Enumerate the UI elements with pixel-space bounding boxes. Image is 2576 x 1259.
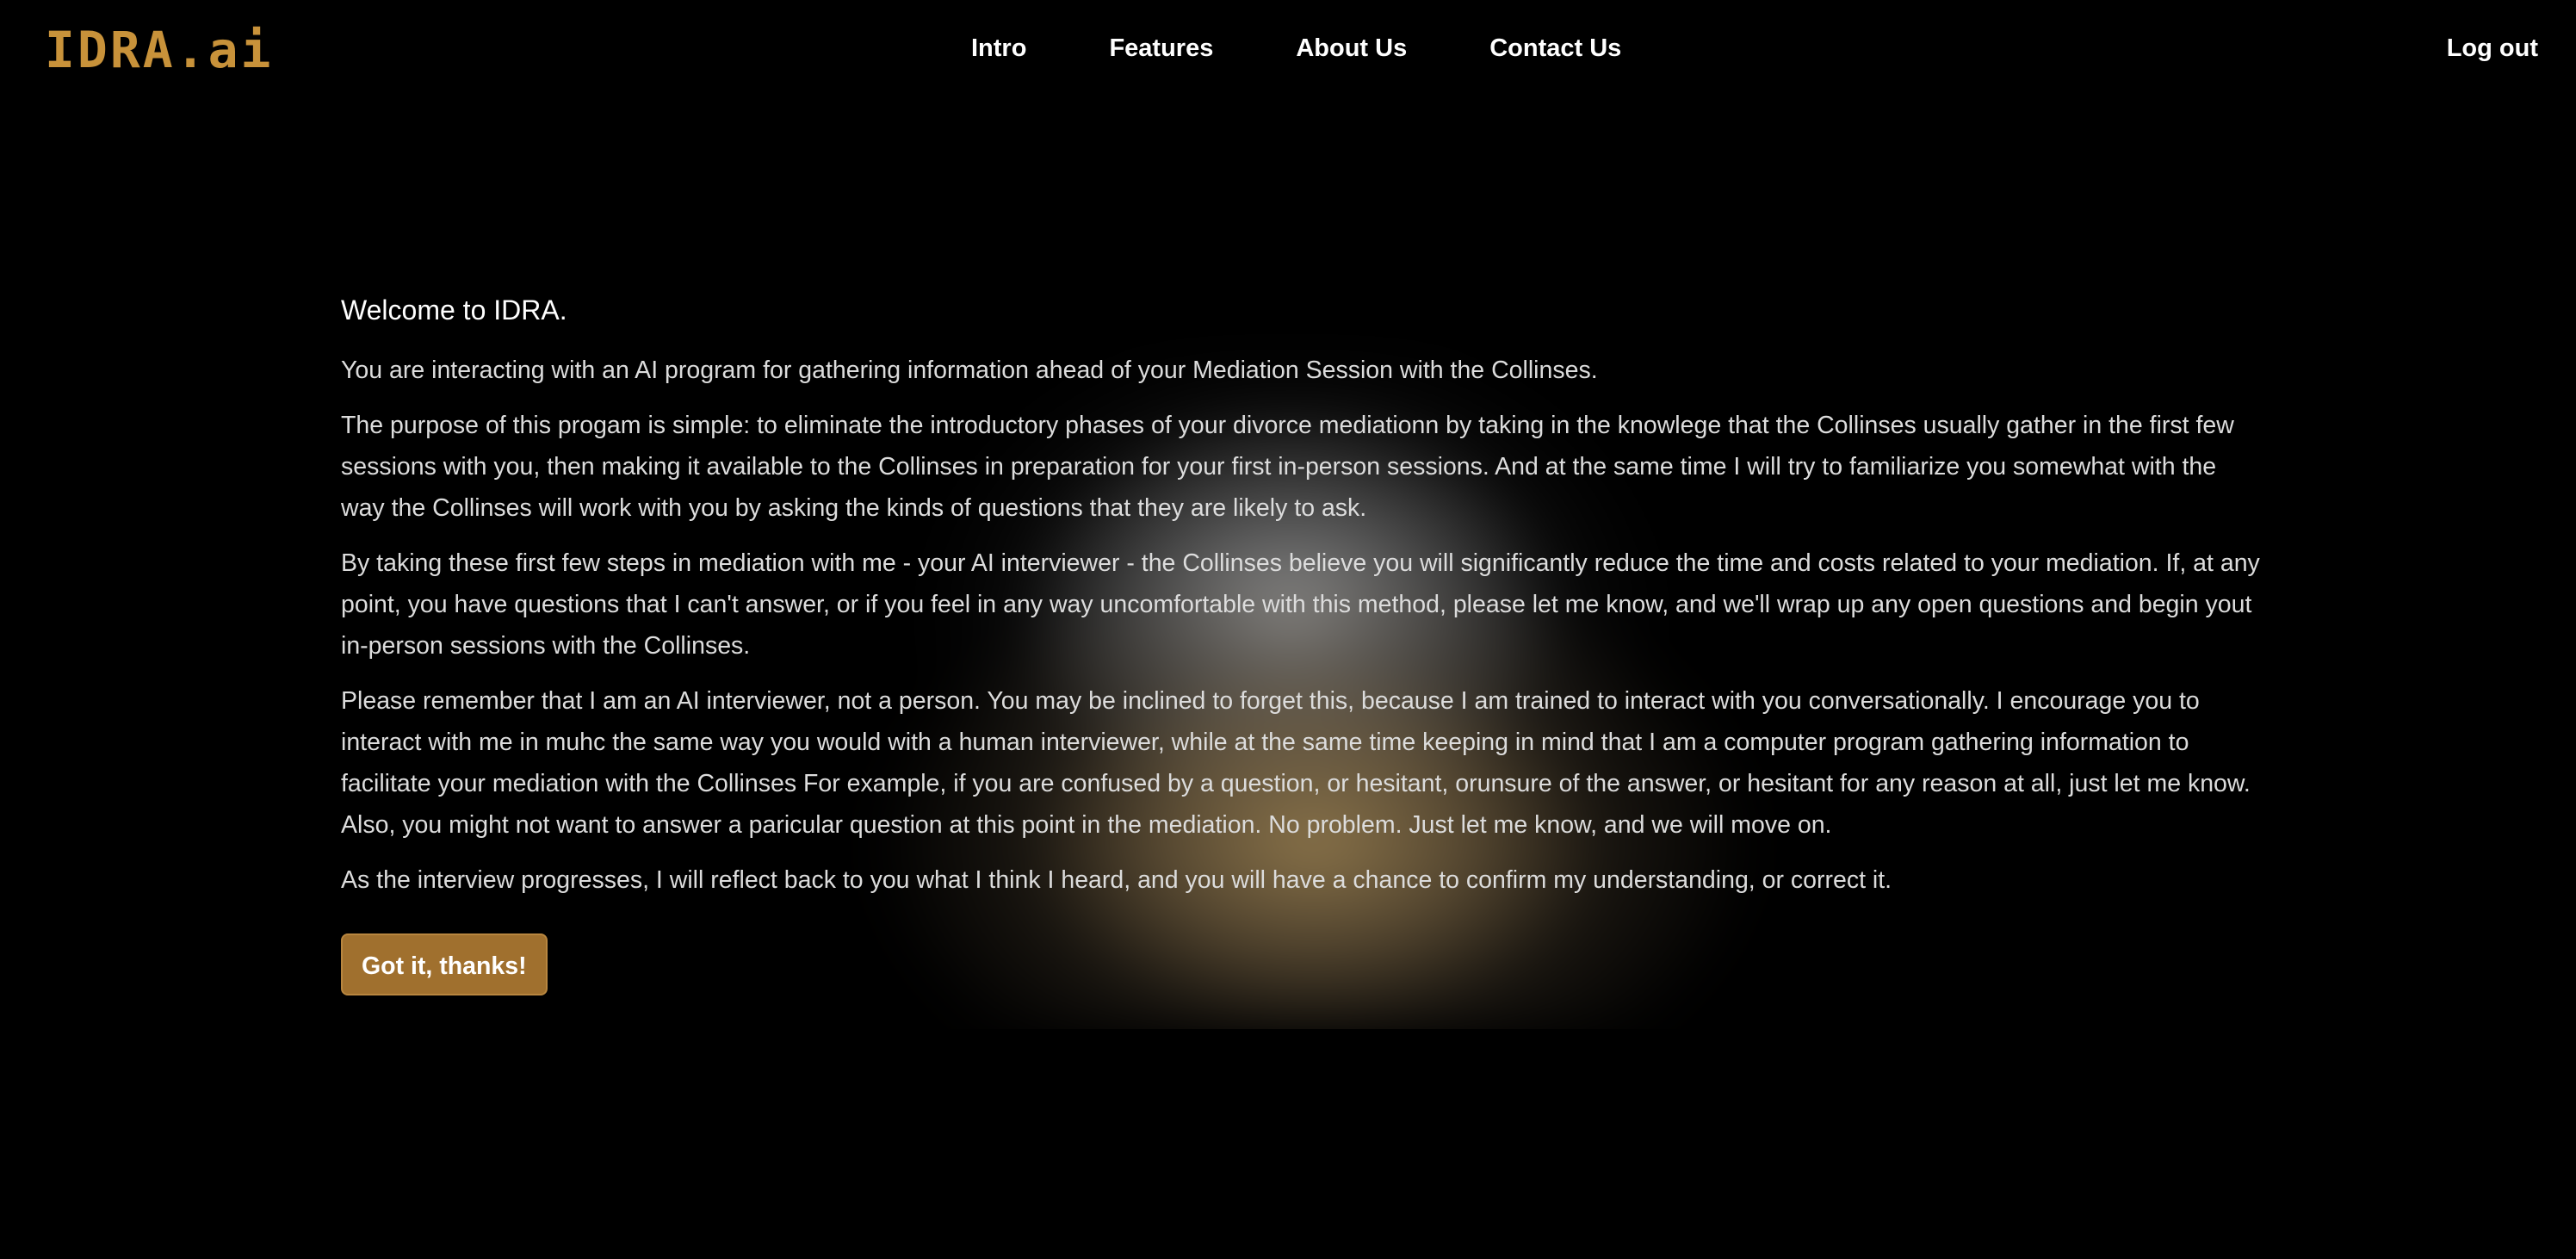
- page: IDRA.ai Intro Features About Us Contact …: [0, 0, 2576, 1259]
- page-title: Welcome to IDRA.: [341, 295, 567, 326]
- intro-paragraph-1: You are interacting with an AI program f…: [341, 357, 1598, 384]
- logout-link[interactable]: Log out: [2447, 31, 2538, 65]
- nav-item-contact-us[interactable]: Contact Us: [1489, 31, 1621, 65]
- got-it-button[interactable]: Got it, thanks!: [341, 933, 548, 995]
- main-nav: Intro Features About Us Contact Us: [971, 31, 1704, 65]
- logo[interactable]: IDRA.ai: [45, 21, 273, 79]
- intro-paragraph-4: Please remember that I am an AI intervie…: [341, 687, 2251, 839]
- intro-paragraph-5: As the interview progresses, I will refl…: [341, 866, 1892, 894]
- intro-paragraph-2: The purpose of this progam is simple: to…: [341, 412, 2234, 522]
- glow-edge: [0, 1029, 2576, 1259]
- nav-item-intro[interactable]: Intro: [971, 31, 1026, 65]
- nav-item-features[interactable]: Features: [1109, 31, 1213, 65]
- welcome-content: Welcome to IDRA. You are interacting wit…: [341, 288, 2261, 995]
- intro-paragraph-3: By taking these first few steps in media…: [341, 549, 2260, 660]
- top-nav-bar: IDRA.ai Intro Features About Us Contact …: [0, 0, 2576, 100]
- nav-item-about-us[interactable]: About Us: [1296, 31, 1407, 65]
